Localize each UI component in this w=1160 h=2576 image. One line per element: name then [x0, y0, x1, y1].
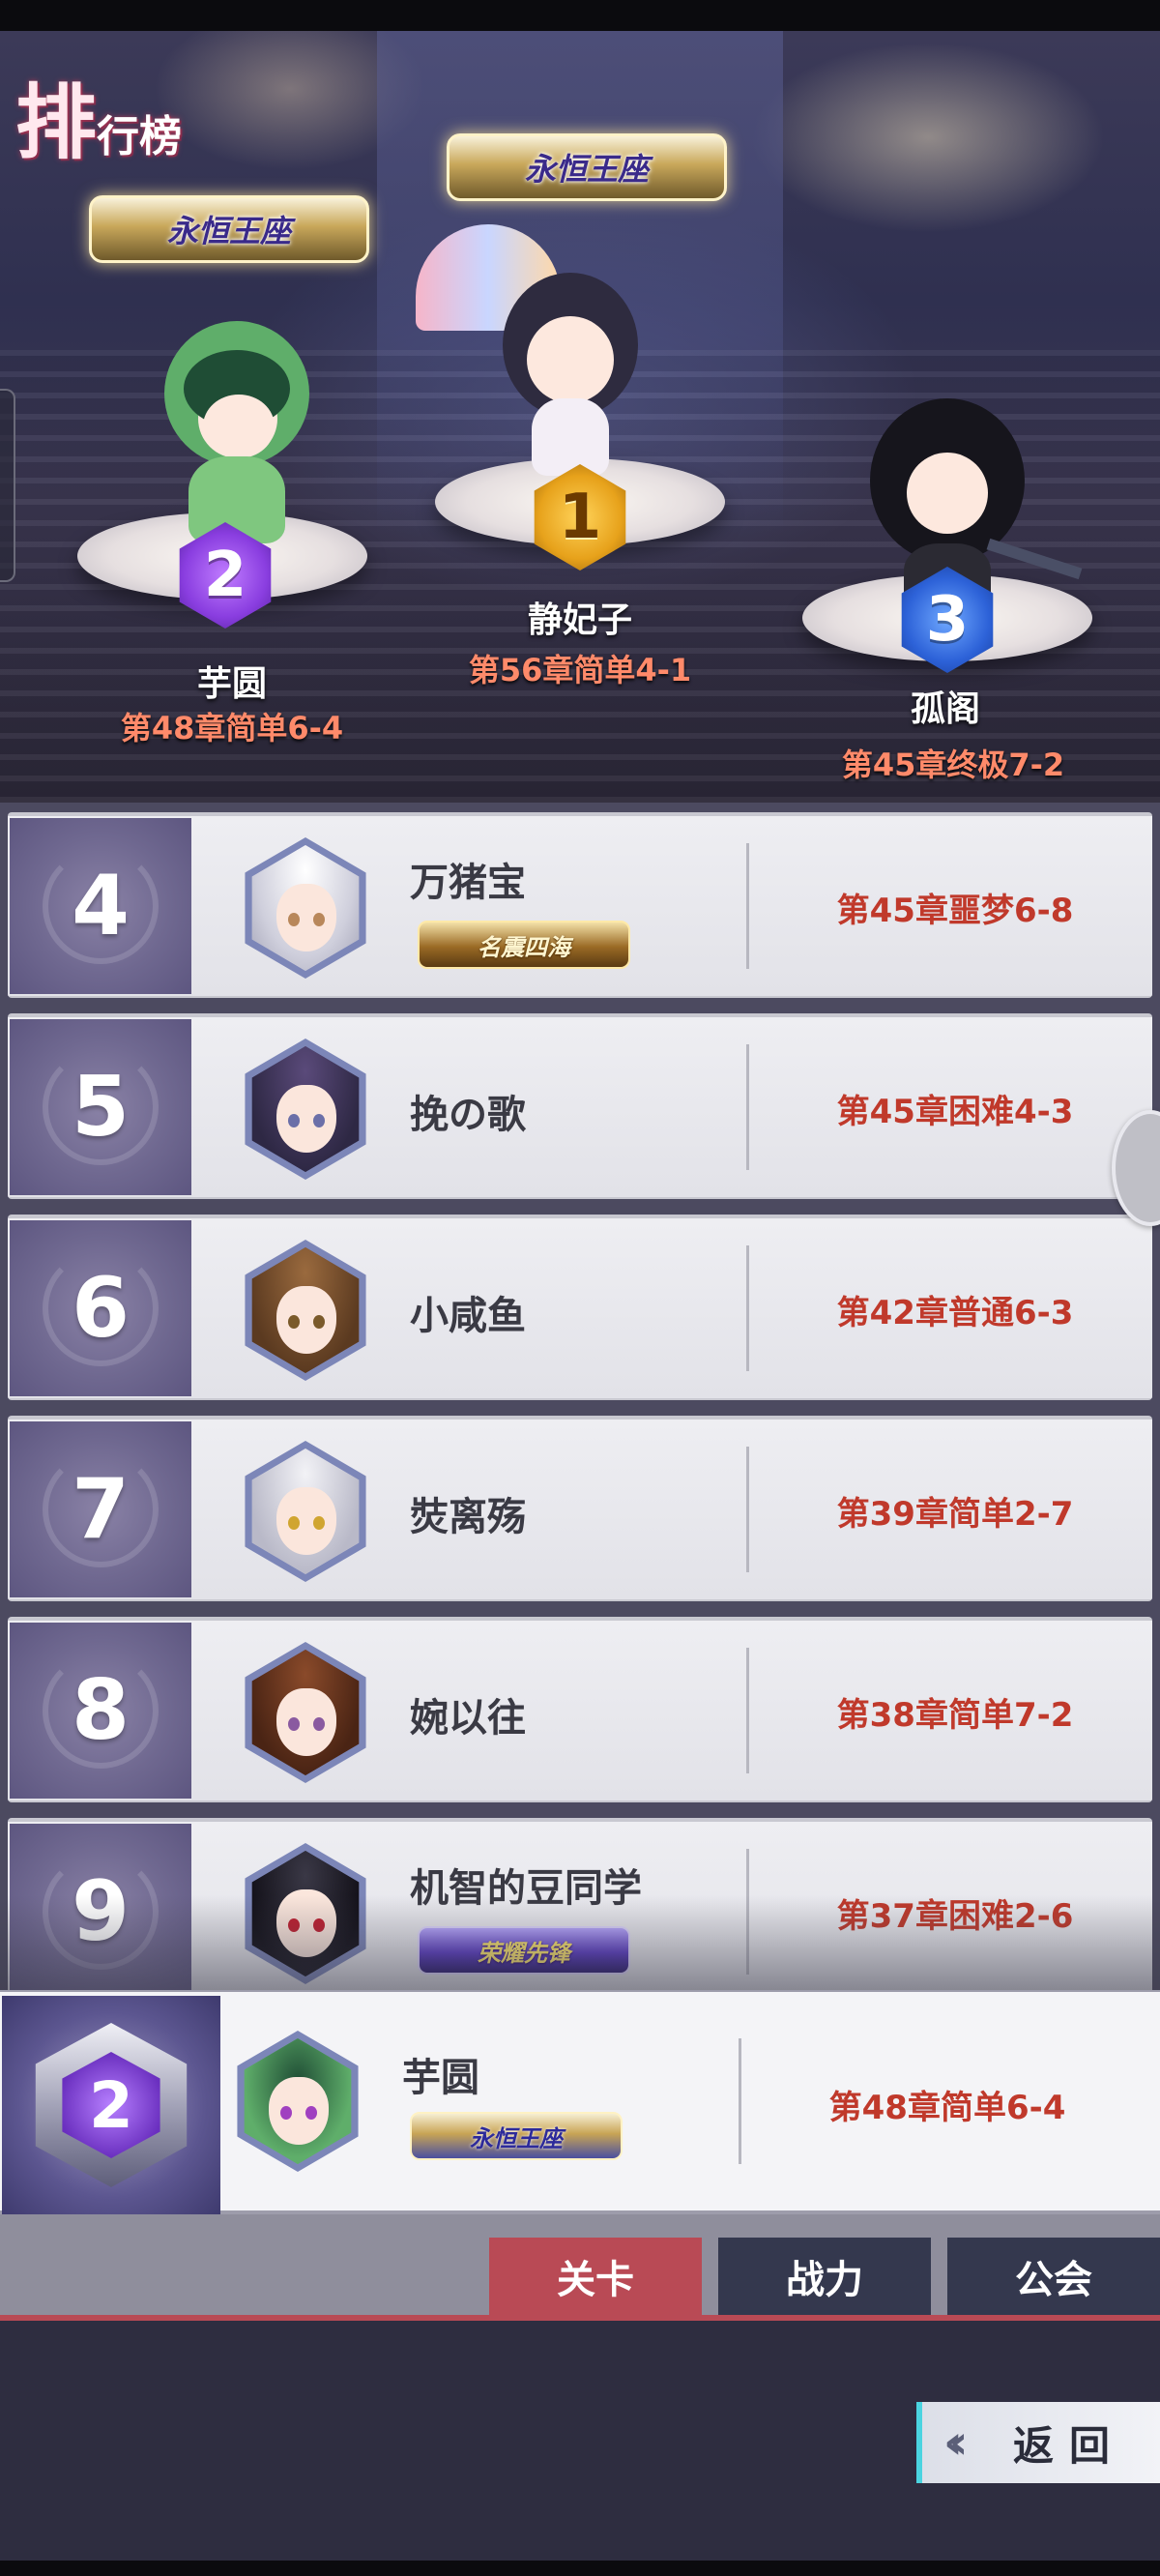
crown-title-1: 永恒王座: [447, 133, 727, 201]
divider: [739, 2038, 741, 2164]
rank-cell: 4: [10, 818, 191, 994]
rank-shield-icon: 2: [35, 2023, 188, 2187]
tab-guild[interactable]: 公会: [947, 2238, 1160, 2315]
crown-title-2: 永恒王座: [89, 195, 369, 263]
rank-cell: 5: [10, 1019, 191, 1195]
character-rank-1[interactable]: [406, 224, 657, 495]
list-item[interactable]: 6 小咸鱼 第42章普通6-3: [8, 1215, 1152, 1400]
back-button[interactable]: ‹‹ 返回: [916, 2402, 1160, 2483]
my-rank-cell: 2: [2, 1996, 220, 2214]
stage-progress: 第42章普通6-3: [836, 1294, 1074, 1332]
ranking-list[interactable]: 4 万猪宝 名震四海 第45章噩梦6-8 5 挽の歌 第45章困难4-3 6 小…: [0, 803, 1160, 1990]
tab-stage[interactable]: 关卡: [489, 2238, 702, 2315]
double-chevron-left-icon: ‹‹: [943, 2415, 968, 2470]
stage-progress: 第45章困难4-3: [836, 1093, 1074, 1131]
list-item[interactable]: 4 万猪宝 名震四海 第45章噩梦6-8: [8, 812, 1152, 998]
podium-area: 排行榜 永恒王座 永恒王座 1 2 3 静妃子 第56章简单4-1 芋圆 第48…: [0, 31, 1160, 803]
stage-progress: 第38章简单7-2: [836, 1696, 1074, 1735]
divider: [746, 1648, 749, 1773]
avatar[interactable]: [245, 1240, 366, 1381]
character-rank-2[interactable]: [155, 321, 319, 553]
stage-progress: 第39章简单2-7: [836, 1495, 1074, 1534]
tab-bar: 关卡 战力 公会: [0, 2214, 1160, 2321]
rank-cell: 9: [10, 1824, 191, 1990]
avatar[interactable]: [245, 1642, 366, 1783]
rank-cell: 6: [10, 1220, 191, 1396]
stage-progress: 第45章噩梦6-8: [836, 892, 1074, 930]
title-badge: 名震四海: [418, 921, 630, 969]
podium-name-1: 静妃子: [527, 600, 632, 640]
list-item[interactable]: 7 焋离殇 第39章简单2-7: [8, 1416, 1152, 1601]
my-rank-row[interactable]: 2 芋圆 永恒王座 第48章简单6-4: [0, 1990, 1160, 2214]
stage-progress: 第37章困难2-6: [836, 1897, 1074, 1936]
list-item[interactable]: 8 婉以往 第38章简单7-2: [8, 1617, 1152, 1802]
tab-power[interactable]: 战力: [718, 2238, 931, 2315]
divider: [746, 1245, 749, 1371]
list-item[interactable]: 5 挽の歌 第45章困难4-3: [8, 1013, 1152, 1199]
avatar[interactable]: [245, 1039, 366, 1180]
rank-cell: 7: [10, 1421, 191, 1597]
podium-stage-3: 第45章终极7-2: [841, 746, 1065, 783]
player-name: 万猪宝: [410, 861, 526, 905]
side-handle[interactable]: [0, 389, 15, 582]
my-title-badge: 永恒王座: [410, 2112, 623, 2160]
divider: [746, 843, 749, 969]
podium-stage-2: 第48章简单6-4: [120, 710, 344, 746]
sword-icon: [986, 538, 1083, 580]
nav-bar: [0, 2561, 1160, 2576]
my-stage-progress: 第48章简单6-4: [828, 2089, 1066, 2127]
player-name: 机智的豆同学: [410, 1866, 642, 1911]
rank-cell: 8: [10, 1623, 191, 1799]
divider: [746, 1447, 749, 1572]
page-title: 排行榜: [15, 74, 183, 170]
podium-name-3: 孤阁: [910, 689, 980, 729]
divider: [746, 1849, 749, 1975]
podium-stage-1: 第56章简单4-1: [468, 652, 692, 688]
status-bar: [0, 0, 1160, 31]
avatar[interactable]: [245, 1441, 366, 1582]
avatar[interactable]: [245, 837, 366, 979]
player-name: 挽の歌: [410, 1093, 526, 1137]
player-name: 焋离殇: [410, 1495, 526, 1539]
list-item[interactable]: 9 机智的豆同学 荣耀先锋 第37章困难2-6: [8, 1818, 1152, 1990]
podium-name-2: 芋圆: [196, 664, 267, 704]
avatar[interactable]: [245, 1843, 366, 1984]
player-name: 婉以往: [410, 1696, 526, 1741]
player-name: 小咸鱼: [410, 1294, 526, 1338]
my-player-name: 芋圆: [402, 2056, 479, 2100]
title-badge: 荣耀先锋: [418, 1926, 630, 1975]
divider: [746, 1044, 749, 1170]
my-avatar[interactable]: [237, 2031, 359, 2172]
